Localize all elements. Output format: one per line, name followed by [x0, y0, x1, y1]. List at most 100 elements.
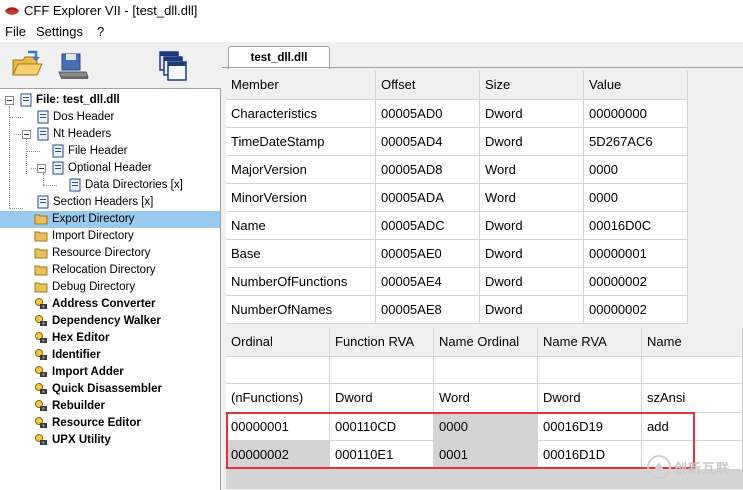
- tool-icon: [35, 434, 47, 445]
- tree-item-debug-directory[interactable]: Debug Directory: [0, 279, 220, 296]
- member-cell[interactable]: Base: [226, 240, 376, 268]
- size-cell[interactable]: Dword: [480, 296, 584, 324]
- tool-icon: [35, 383, 47, 394]
- offset-cell[interactable]: 00005AE0: [376, 240, 480, 268]
- member-cell[interactable]: TimeDateStamp: [226, 128, 376, 156]
- column-header-name-rva[interactable]: Name RVA: [538, 328, 642, 357]
- column-header-offset[interactable]: Offset: [376, 71, 480, 100]
- size-cell[interactable]: Dword: [480, 268, 584, 296]
- value-cell[interactable]: 00016D0C: [584, 212, 688, 240]
- offset-cell[interactable]: 00005ADC: [376, 212, 480, 240]
- tree-item-file[interactable]: File: test_dll.dll: [0, 92, 220, 109]
- value-cell[interactable]: 00000001: [584, 240, 688, 268]
- tree-item-label: UPX Utility: [52, 434, 111, 446]
- ordinal-cell[interactable]: 00000001: [226, 413, 330, 441]
- value-cell[interactable]: 0000: [584, 156, 688, 184]
- offset-cell[interactable]: 00005AD4: [376, 128, 480, 156]
- value-cell[interactable]: 00000002: [584, 268, 688, 296]
- tree-item-hex-editor[interactable]: Hex Editor: [0, 330, 220, 347]
- collapse-toggle[interactable]: [22, 130, 31, 139]
- tree-item-label: Hex Editor: [52, 332, 110, 344]
- menu-settings[interactable]: Settings: [36, 24, 83, 39]
- tree-item-label: Section Headers [x]: [53, 196, 154, 208]
- doc-icon: [52, 144, 64, 158]
- tree-item-dependency-walker[interactable]: Dependency Walker: [0, 313, 220, 330]
- tree-item-rebuilder[interactable]: Rebuilder: [0, 398, 220, 415]
- tree-item-label: Identifier: [52, 349, 101, 361]
- tree-item-label: Dependency Walker: [52, 315, 161, 327]
- column-header-name-ordinal[interactable]: Name Ordinal: [434, 328, 538, 357]
- size-cell[interactable]: Word: [480, 184, 584, 212]
- tree-item-section-headers[interactable]: Section Headers [x]: [0, 194, 220, 211]
- tree-item-label: Data Directories [x]: [85, 179, 183, 191]
- name-cell[interactable]: add: [642, 413, 743, 441]
- column-header-member[interactable]: Member: [226, 71, 376, 100]
- offset-cell[interactable]: 00005AD8: [376, 156, 480, 184]
- size-cell[interactable]: Dword: [480, 240, 584, 268]
- tree-item-import-adder[interactable]: Import Adder: [0, 364, 220, 381]
- tab-test-dll[interactable]: test_dll.dll: [228, 46, 330, 69]
- value-cell[interactable]: 00000000: [584, 100, 688, 128]
- tree-item-upx-utility[interactable]: UPX Utility: [0, 432, 220, 449]
- tree-item-label: Resource Editor: [52, 417, 141, 429]
- size-cell[interactable]: Dword: [480, 128, 584, 156]
- tree-item-resource-directory[interactable]: Resource Directory: [0, 245, 220, 262]
- save-button[interactable]: [56, 48, 90, 82]
- tree-item-label: File Header: [68, 145, 128, 157]
- member-cell[interactable]: MajorVersion: [226, 156, 376, 184]
- tab-strip: test_dll.dll: [222, 42, 743, 69]
- tree-item-resource-editor[interactable]: Resource Editor: [0, 415, 220, 432]
- tool-icon: [35, 417, 47, 428]
- windows-button[interactable]: [156, 48, 190, 82]
- tree-item-optional-header[interactable]: Optional Header: [0, 160, 220, 177]
- menu-help[interactable]: ?: [97, 24, 104, 39]
- member-cell[interactable]: NumberOfNames: [226, 296, 376, 324]
- tree-item-file-header[interactable]: File Header: [0, 143, 220, 160]
- tree-item-identifier[interactable]: Identifier: [0, 347, 220, 364]
- value-cell[interactable]: 00000002: [584, 296, 688, 324]
- name-rva-cell[interactable]: 00016D19: [538, 413, 642, 441]
- offset-cell[interactable]: 00005AE8: [376, 296, 480, 324]
- function-rva-cell[interactable]: 000110E1: [330, 441, 434, 470]
- tree-item-quick-disassembler[interactable]: Quick Disassembler: [0, 381, 220, 398]
- collapse-toggle[interactable]: [37, 164, 46, 173]
- tree-item-import-directory[interactable]: Import Directory: [0, 228, 220, 245]
- offset-cell[interactable]: 00005ADA: [376, 184, 480, 212]
- column-header-size[interactable]: Size: [480, 71, 584, 100]
- menu-file[interactable]: File: [5, 24, 26, 39]
- value-cell[interactable]: 5D267AC6: [584, 128, 688, 156]
- column-header-function-rva[interactable]: Function RVA: [330, 328, 434, 357]
- tree-item-data-directories[interactable]: Data Directories [x]: [0, 177, 220, 194]
- name-rva-cell[interactable]: 00016D1D: [538, 441, 642, 470]
- tool-icon: [35, 315, 47, 326]
- name-ordinal-cell[interactable]: 0001: [434, 441, 538, 470]
- size-cell[interactable]: Dword: [480, 212, 584, 240]
- tree-item-address-converter[interactable]: Address Converter: [0, 296, 220, 313]
- name-ordinal-cell[interactable]: 0000: [434, 413, 538, 441]
- navigation-tree: File: test_dll.dll Dos Header Nt Headers…: [0, 88, 221, 490]
- tree-item-nt-headers[interactable]: Nt Headers: [0, 126, 220, 143]
- column-header-value[interactable]: Value: [584, 71, 688, 100]
- member-cell[interactable]: Characteristics: [226, 100, 376, 128]
- watermark: 创新互联: [644, 452, 743, 482]
- value-cell[interactable]: 0000: [584, 184, 688, 212]
- function-rva-cell[interactable]: 000110CD: [330, 413, 434, 441]
- tree-item-export-directory[interactable]: Export Directory: [0, 211, 220, 228]
- size-cell[interactable]: Word: [480, 156, 584, 184]
- column-header-ordinal[interactable]: Ordinal: [226, 328, 330, 357]
- type-cell: Dword: [330, 384, 434, 413]
- blank-cell: [642, 357, 743, 384]
- collapse-toggle[interactable]: [5, 96, 14, 105]
- open-button[interactable]: [10, 48, 44, 82]
- member-cell[interactable]: NumberOfFunctions: [226, 268, 376, 296]
- tree-item-relocation-directory[interactable]: Relocation Directory: [0, 262, 220, 279]
- column-header-name[interactable]: Name: [642, 328, 743, 357]
- size-cell[interactable]: Dword: [480, 100, 584, 128]
- member-cell[interactable]: Name: [226, 212, 376, 240]
- ordinal-cell[interactable]: 00000002: [226, 441, 330, 470]
- member-cell[interactable]: MinorVersion: [226, 184, 376, 212]
- offset-cell[interactable]: 00005AE4: [376, 268, 480, 296]
- exported-functions-table: Ordinal Function RVA Name Ordinal Name R…: [226, 328, 743, 470]
- tree-item-dos-header[interactable]: Dos Header: [0, 109, 220, 126]
- offset-cell[interactable]: 00005AD0: [376, 100, 480, 128]
